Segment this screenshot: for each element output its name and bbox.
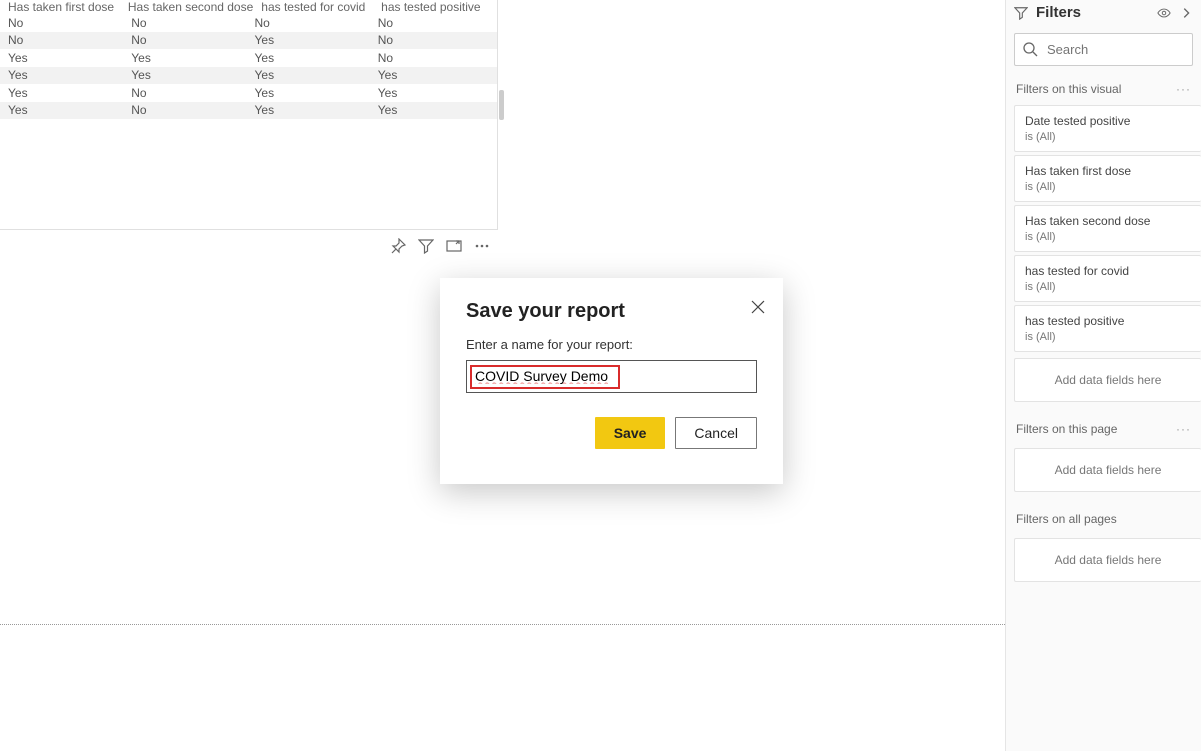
save-report-dialog: Save your report Enter a name for your r… <box>440 278 783 484</box>
report-name-input[interactable] <box>475 368 615 384</box>
save-button[interactable]: Save <box>595 417 666 449</box>
dialog-title: Save your report <box>466 300 757 323</box>
report-name-highlight <box>470 365 620 389</box>
cancel-button[interactable]: Cancel <box>675 417 757 449</box>
close-icon[interactable] <box>751 300 765 319</box>
dialog-label: Enter a name for your report: <box>466 337 757 352</box>
report-name-field-wrap[interactable] <box>466 360 757 393</box>
modal-backdrop: Save your report Enter a name for your r… <box>0 0 1201 751</box>
dialog-footer: Save Cancel <box>466 417 757 449</box>
